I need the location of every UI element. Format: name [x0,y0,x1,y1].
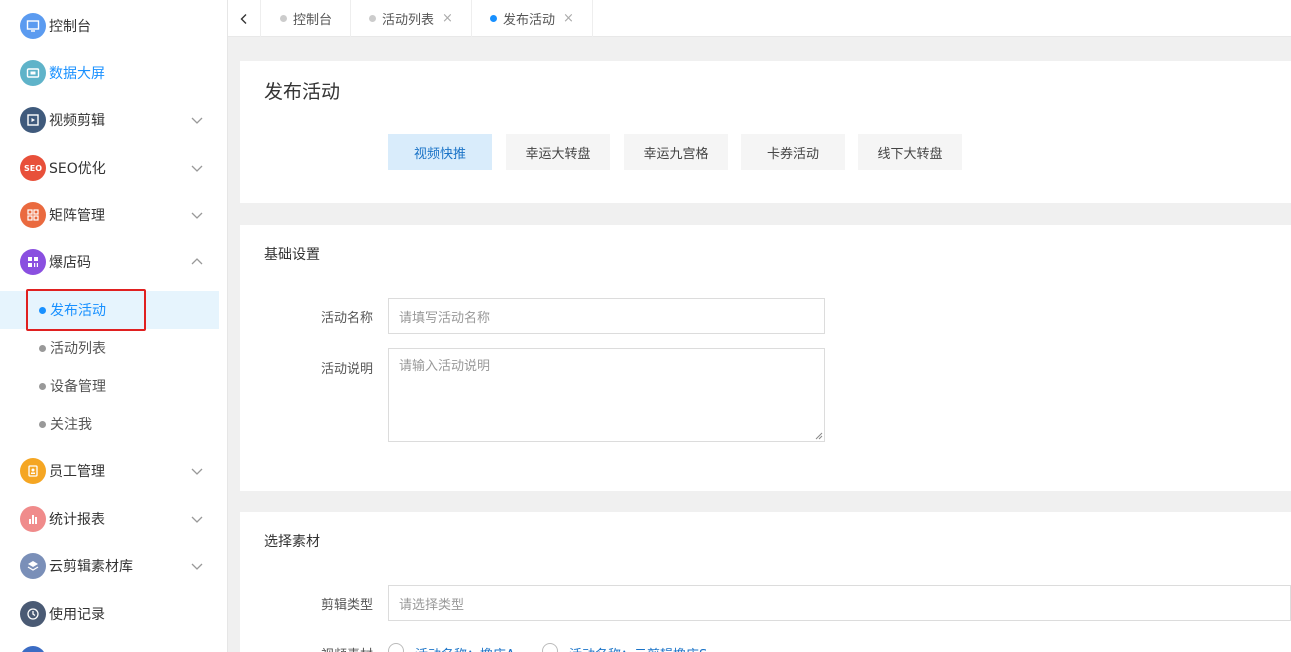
sidebar-item-label: 统计报表 [49,512,105,528]
close-icon[interactable]: × [442,11,453,26]
sidebar-item-matrix[interactable]: 矩阵管理 [0,195,219,235]
tab-activity-list[interactable]: 活动列表 × [351,0,472,37]
chart-icon [20,506,46,532]
material-option-s-label[interactable]: 活动名称：云剪辑撸店S [569,644,707,652]
chevron-down-icon [191,212,203,219]
sidebar-item-data-screen[interactable]: 数据大屏 [0,53,219,93]
activity-desc-label: 活动说明 [320,362,373,377]
sidebar-item-reports[interactable]: 统计报表 [0,499,219,539]
partial-menu-icon [20,646,46,652]
material-radio-a[interactable] [388,643,404,652]
activity-type-offline-wheel[interactable]: 线下大转盘 [858,134,962,170]
chevron-down-icon [191,516,203,523]
chevron-down-icon [191,563,203,570]
activity-desc-textarea[interactable]: 请输入活动说明 [388,348,825,442]
bullet-dot [39,420,46,428]
close-icon[interactable]: × [563,11,574,26]
tab-dot [280,15,287,22]
sidebar-item-dashboard[interactable]: 控制台 [0,6,219,46]
edit-type-label: 剪辑类型 [320,598,373,613]
activity-type-lucky-wheel[interactable]: 幸运大转盘 [506,134,610,170]
badge-icon [20,458,46,484]
resize-handle-icon[interactable] [815,432,823,440]
sidebar-item-label: 视频剪辑 [49,113,105,129]
edit-type-select[interactable]: 请选择类型 [388,585,1291,621]
chevron-down-icon [191,117,203,124]
sidebar-item-label: 员工管理 [49,464,105,480]
sidebar-item-label: SEO优化 [49,161,106,177]
sidebar: 控制台 数据大屏 视频剪辑 SEO SEO优化 矩阵管理 爆店码 发布活动 活动… [0,0,228,652]
sidebar-subitem-activity-list[interactable]: 活动列表 [0,329,219,367]
activity-type-lucky-grid[interactable]: 幸运九宫格 [624,134,728,170]
tab-scroll-left-button[interactable] [228,0,261,37]
sidebar-item-label: 控制台 [49,19,91,35]
bullet-dot [39,382,46,390]
tab-dashboard[interactable]: 控制台 [262,0,351,37]
sidebar-subitem-label: 活动列表 [50,341,106,357]
sidebar-subitem-label: 关注我 [50,417,92,433]
sidebar-item-shop-code[interactable]: 爆店码 [0,242,219,282]
sidebar-item-label: 云剪辑素材库 [49,559,133,575]
bullet-dot [39,344,46,352]
sidebar-subitem-label: 发布活动 [50,303,106,319]
tab-dot [490,15,497,22]
layers-icon [20,553,46,579]
tab-label: 控制台 [293,13,333,28]
tab-dot [369,15,376,22]
sidebar-subitem-device-management[interactable]: 设备管理 [0,367,219,405]
chevron-up-icon [191,258,203,265]
page-title: 发布活动 [264,81,341,103]
activity-type-card: 发布活动 视频快推 幸运大转盘 幸运九宫格 卡券活动 线下大转盘 [240,61,1291,203]
activity-desc-placeholder: 请输入活动说明 [399,359,491,374]
sidebar-item-seo[interactable]: SEO SEO优化 [0,148,219,188]
grid-icon [20,249,46,275]
activity-name-input[interactable]: 请填写活动名称 [388,298,825,334]
bullet-dot [39,306,46,314]
video-edit-icon [20,107,46,133]
sidebar-item-staff[interactable]: 员工管理 [0,451,219,491]
section-title-material: 选择素材 [264,534,320,550]
chevron-left-icon [240,13,247,24]
material-radio-s[interactable] [542,643,558,652]
sidebar-item-label: 使用记录 [49,607,105,623]
monitor-icon [20,13,46,39]
chevron-down-icon [191,468,203,475]
seo-icon: SEO [20,155,46,181]
material-card: 选择素材 剪辑类型 请选择类型 视频素材 活动名称：撸店A 活动名称：云剪辑撸店… [240,512,1291,652]
clock-icon [20,601,46,627]
video-material-label: 视频素材 [293,644,373,652]
sidebar-item-label: 爆店码 [49,255,91,271]
chevron-down-icon [191,165,203,172]
sidebar-item-video-edit[interactable]: 视频剪辑 [0,100,219,140]
tab-bar: 控制台 活动列表 × 发布活动 × [228,0,1291,37]
sidebar-item-material-library[interactable]: 云剪辑素材库 [0,546,219,586]
sidebar-subitem-follow-me[interactable]: 关注我 [0,405,219,443]
activity-type-video-push[interactable]: 视频快推 [388,134,492,170]
sidebar-subitem-label: 设备管理 [50,379,106,395]
sidebar-item-usage-log[interactable]: 使用记录 [0,594,219,634]
sidebar-item-label: 矩阵管理 [49,208,105,224]
matrix-icon [20,202,46,228]
screen-icon [20,60,46,86]
section-title-basic: 基础设置 [264,247,320,263]
tab-label: 发布活动 [503,13,556,28]
sidebar-item-label: 数据大屏 [49,66,105,82]
material-option-a-label[interactable]: 活动名称：撸店A [415,644,515,652]
sidebar-subitem-publish-activity[interactable]: 发布活动 [0,291,219,329]
tab-label: 活动列表 [382,13,435,28]
basic-settings-card: 基础设置 活动名称 请填写活动名称 活动说明 请输入活动说明 [240,225,1291,491]
activity-name-label: 活动名称 [320,311,373,326]
activity-type-coupon[interactable]: 卡券活动 [741,134,845,170]
tab-publish-activity[interactable]: 发布活动 × [472,0,593,37]
